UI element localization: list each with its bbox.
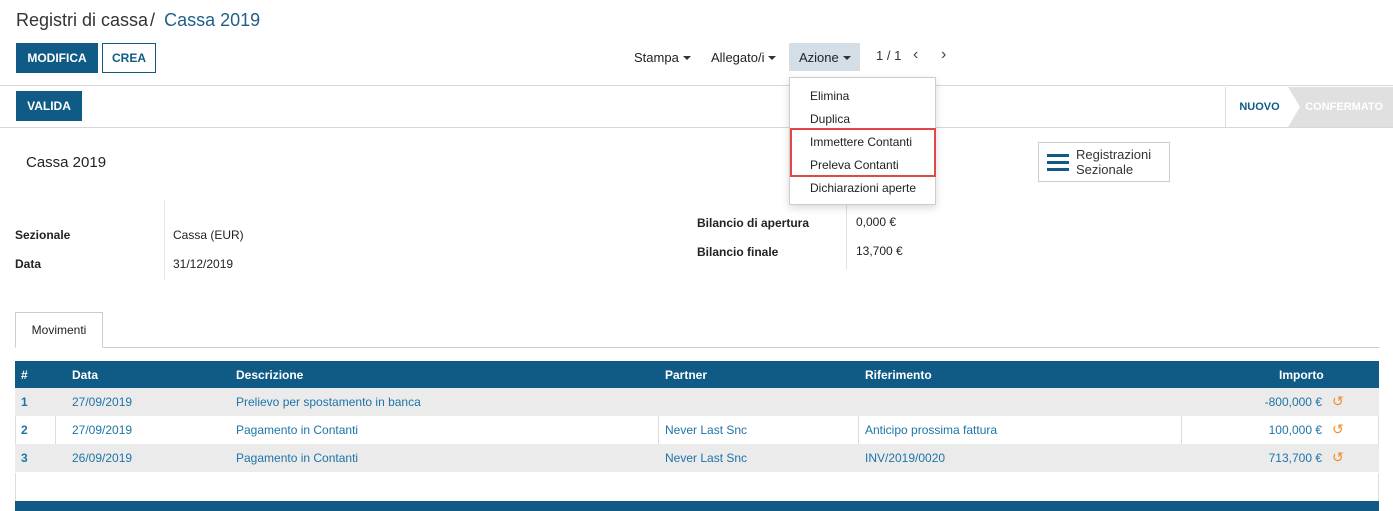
attachments-label: Allegato/i [711, 49, 765, 65]
pager-value[interactable]: 1 / 1 [876, 48, 901, 63]
row-date[interactable]: 27/09/2019 [72, 395, 132, 409]
opening-balance-label: Bilancio di apertura [697, 216, 810, 230]
pager-next-icon[interactable]: › [941, 46, 946, 64]
row-reference[interactable]: Anticipo prossima fattura [865, 423, 997, 437]
row-date[interactable]: 26/09/2019 [72, 451, 132, 465]
table-footer [15, 501, 1379, 511]
row-description[interactable]: Prelievo per spostamento in banca [236, 395, 421, 409]
create-button[interactable]: CREA [102, 43, 156, 73]
menu-item-put-money-in[interactable]: Immettere Contanti [810, 135, 912, 149]
closing-balance-label: Bilancio finale [697, 245, 779, 259]
journal-label: Sezionale [15, 228, 71, 242]
date-value: 31/12/2019 [173, 257, 234, 271]
divider [0, 127, 1393, 128]
date-label: Data [15, 257, 42, 271]
row-amount[interactable]: 100,000 € [1215, 423, 1322, 437]
record-name: Cassa 2019 [26, 154, 107, 171]
row-amount[interactable]: -800,000 € [1215, 395, 1322, 409]
validate-button[interactable]: VALIDA [16, 91, 82, 121]
breadcrumb-parent-link[interactable]: Registri di cassa [16, 10, 148, 30]
menu-item-take-money-out[interactable]: Preleva Contanti [810, 158, 899, 172]
breadcrumb-separator: / [150, 10, 156, 30]
row-partner[interactable]: Never Last Snc [665, 423, 747, 437]
caret-down-icon [682, 56, 691, 60]
caret-down-icon [842, 56, 851, 60]
closing-balance-value: 13,700 € [856, 244, 903, 258]
smart-button-line2: Sezionale [1076, 162, 1134, 177]
row-partner[interactable]: Never Last Snc [665, 451, 747, 465]
row-date[interactable]: 27/09/2019 [72, 423, 132, 437]
field-separator [846, 200, 847, 270]
menu-item-open-statements[interactable]: Dichiarazioni aperte [810, 181, 916, 195]
row-description[interactable]: Pagamento in Contanti [236, 451, 358, 465]
cell-separator [1181, 416, 1182, 444]
edit-button[interactable]: MODIFICA [16, 43, 98, 73]
cell-separator [15, 416, 16, 444]
tab-divider [15, 347, 1379, 348]
cell-separator [658, 416, 659, 444]
table-row[interactable]: 3 26/09/2019 Pagamento in Contanti Never… [15, 444, 1379, 472]
status-new[interactable]: NUOVO [1225, 87, 1293, 127]
column-header-number[interactable]: # [21, 368, 28, 382]
row-reference[interactable]: INV/2019/0020 [865, 451, 945, 465]
list-icon [1047, 150, 1069, 175]
action-dropdown[interactable]: Azione [789, 43, 860, 71]
cell-separator [55, 416, 56, 444]
opening-balance-value: 0,000 € [856, 215, 897, 229]
pager-previous-icon[interactable]: ‹ [913, 46, 918, 64]
row-number: 2 [21, 423, 28, 437]
smart-button-line1: Registrazioni [1076, 147, 1152, 162]
empty-row [15, 473, 1379, 501]
row-number: 1 [21, 395, 28, 409]
column-header-date[interactable]: Data [72, 368, 98, 382]
status-confirmed[interactable]: CONFERMATO [1288, 87, 1393, 127]
field-separator [164, 200, 165, 280]
print-label: Stampa [634, 49, 679, 65]
action-menu: Elimina Duplica Immettere Contanti Prele… [789, 77, 936, 205]
journal-value[interactable]: Cassa (EUR) [173, 228, 244, 242]
undo-icon[interactable]: ↺ [1332, 449, 1344, 466]
divider [0, 85, 1393, 86]
table-row[interactable]: 2 27/09/2019 Pagamento in Contanti Never… [15, 416, 1379, 444]
column-header-reference[interactable]: Riferimento [865, 368, 932, 382]
column-header-description[interactable]: Descrizione [236, 368, 303, 382]
table-row[interactable]: 1 27/09/2019 Prelievo per spostamento in… [15, 388, 1379, 416]
breadcrumb-current: Cassa 2019 [164, 10, 261, 30]
row-description[interactable]: Pagamento in Contanti [236, 423, 358, 437]
undo-icon[interactable]: ↺ [1332, 393, 1344, 410]
cell-separator [1378, 416, 1379, 444]
breadcrumb: Registri di cassa / Cassa 2019 [16, 10, 260, 31]
attachments-dropdown[interactable]: Allegato/i [701, 43, 786, 71]
row-number: 3 [21, 451, 28, 465]
menu-item-delete[interactable]: Elimina [810, 89, 849, 103]
tab-movements[interactable]: Movimenti [15, 312, 103, 348]
action-label: Azione [799, 49, 839, 65]
caret-down-icon [768, 56, 777, 60]
statusbar: VALIDA NUOVO CONFERMATO [0, 87, 1393, 127]
menu-item-duplicate[interactable]: Duplica [810, 112, 850, 126]
row-amount[interactable]: 713,700 € [1215, 451, 1322, 465]
print-dropdown[interactable]: Stampa [624, 43, 701, 71]
journal-entries-smart-button[interactable]: Registrazioni Sezionale [1038, 142, 1170, 182]
undo-icon[interactable]: ↺ [1332, 421, 1344, 438]
column-header-partner[interactable]: Partner [665, 368, 707, 382]
column-header-amount[interactable]: Importo [1279, 368, 1324, 382]
cell-separator [858, 416, 859, 444]
table-header: # Data Descrizione Partner Riferimento I… [15, 361, 1379, 388]
